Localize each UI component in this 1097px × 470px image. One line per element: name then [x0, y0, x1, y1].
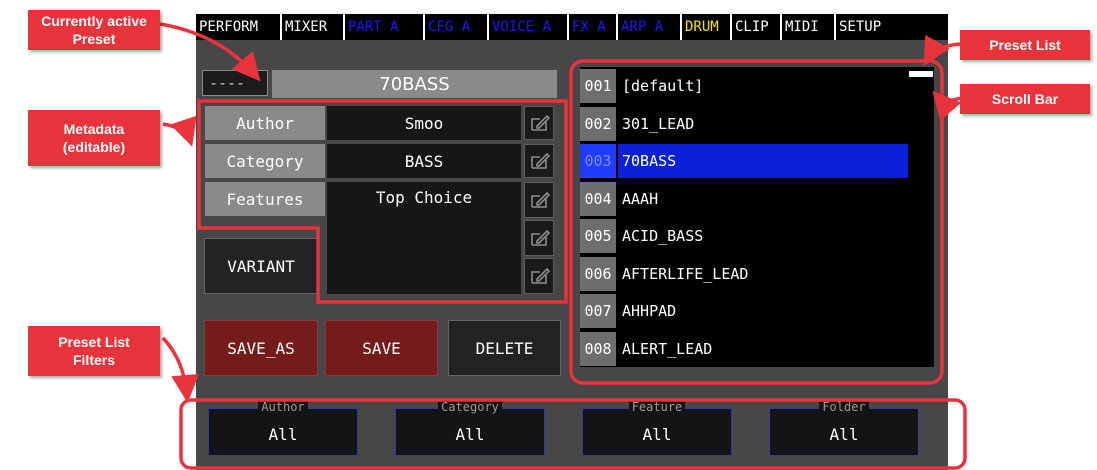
features-value: Top Choice — [327, 182, 521, 294]
tab-fx-a[interactable]: FX A — [569, 14, 618, 40]
preset-index: 004 — [580, 182, 616, 216]
delete-button[interactable]: DELETE — [448, 320, 561, 376]
filter-title: Feature — [583, 400, 731, 414]
preset-index: 002 — [580, 107, 616, 141]
list-item[interactable]: 004 AAAH — [580, 182, 908, 216]
preset-list-name: AHHPAD — [622, 302, 677, 320]
list-item[interactable]: 001 [default] — [580, 69, 908, 103]
scroll-bar[interactable] — [908, 67, 934, 367]
preset-list-name: ACID_BASS — [622, 227, 704, 245]
filter-title: Folder — [770, 400, 918, 414]
tab-midi[interactable]: MIDI — [782, 14, 836, 40]
list-item[interactable]: 008 ALERT_LEAD — [580, 332, 908, 366]
tab-clip[interactable]: CLIP — [732, 14, 782, 40]
variant-button[interactable]: VARIANT — [204, 238, 318, 294]
tab-arp-a[interactable]: ARP A — [618, 14, 682, 40]
feature-filter[interactable]: Feature All — [582, 400, 732, 456]
edit-category-icon[interactable] — [524, 144, 554, 178]
list-item[interactable]: 007 AHHPAD — [580, 294, 908, 328]
edit-features-icon[interactable] — [524, 182, 554, 218]
edit-features-2-icon[interactable] — [524, 220, 554, 256]
preset-index: 007 — [580, 294, 616, 328]
author-filter[interactable]: Author All — [208, 400, 358, 456]
preset-list-name: 301_LEAD — [622, 115, 695, 133]
tab-setup[interactable]: SETUP — [836, 14, 892, 40]
preset-name: 70BASS — [272, 70, 557, 98]
filter-title: Author — [209, 400, 357, 414]
filter-title-text: Author — [258, 400, 308, 414]
save-button[interactable]: SAVE — [325, 320, 438, 376]
preset-list[interactable]: 001 [default] 002 301_LEAD 003 70BASS 00… — [580, 67, 908, 367]
callout-metadata: Metadata (editable) — [28, 110, 160, 166]
filter-title-text: Category — [438, 400, 502, 414]
scroll-thumb[interactable] — [909, 71, 933, 77]
list-item[interactable]: 006 AFTERLIFE_LEAD — [580, 257, 908, 291]
tab-bar: PERFORM MIXER PART A CFG A VOICE A FX A … — [196, 14, 948, 40]
preset-list-name: 70BASS — [618, 144, 908, 178]
preset-list-name: ALERT_LEAD — [622, 340, 713, 358]
author-label: Author — [205, 106, 325, 140]
features-label: Features — [205, 182, 325, 216]
save-as-button[interactable]: SAVE_AS — [204, 320, 318, 376]
filter-value: All — [455, 425, 485, 444]
filter-value: All — [268, 425, 298, 444]
edit-author-icon[interactable] — [524, 106, 554, 140]
folder-filter[interactable]: Folder All — [769, 400, 919, 456]
author-value: Smoo — [327, 106, 521, 140]
device-screen: PERFORM MIXER PART A CFG A VOICE A FX A … — [196, 14, 948, 470]
tab-mixer[interactable]: MIXER — [282, 14, 345, 40]
filter-title-text: Feature — [628, 400, 686, 414]
callout-scroll-bar: Scroll Bar — [960, 84, 1090, 114]
category-filter[interactable]: Category All — [395, 400, 545, 456]
tab-part-a[interactable]: PART A — [345, 14, 425, 40]
callout-filters: Preset List Filters — [28, 326, 160, 376]
preset-index: 005 — [580, 219, 616, 253]
preset-list-name: [default] — [622, 77, 704, 95]
preset-number: ---- — [202, 70, 268, 96]
filter-title: Category — [396, 400, 544, 414]
category-value: BASS — [327, 144, 521, 178]
callout-preset-list: Preset List — [960, 30, 1090, 60]
list-item-selected[interactable]: 003 70BASS — [580, 144, 908, 178]
tab-cfg-a[interactable]: CFG A — [425, 14, 489, 40]
filter-title-text: Folder — [819, 400, 869, 414]
callout-active-preset: Currently active Preset — [28, 10, 160, 50]
preset-list-name: AAAH — [622, 190, 659, 208]
preset-index: 008 — [580, 332, 616, 366]
filter-value: All — [829, 425, 859, 444]
tab-perform[interactable]: PERFORM — [196, 14, 282, 40]
tab-drum[interactable]: DRUM — [682, 14, 732, 40]
list-item[interactable]: 005 ACID_BASS — [580, 219, 908, 253]
preset-index: 001 — [580, 69, 616, 103]
category-label: Category — [205, 144, 325, 178]
edit-features-3-icon[interactable] — [524, 258, 554, 294]
filter-value: All — [642, 425, 672, 444]
list-item[interactable]: 002 301_LEAD — [580, 107, 908, 141]
preset-index: 003 — [580, 144, 616, 178]
tab-voice-a[interactable]: VOICE A — [489, 14, 569, 40]
preset-index: 006 — [580, 257, 616, 291]
preset-list-name: AFTERLIFE_LEAD — [622, 265, 749, 283]
